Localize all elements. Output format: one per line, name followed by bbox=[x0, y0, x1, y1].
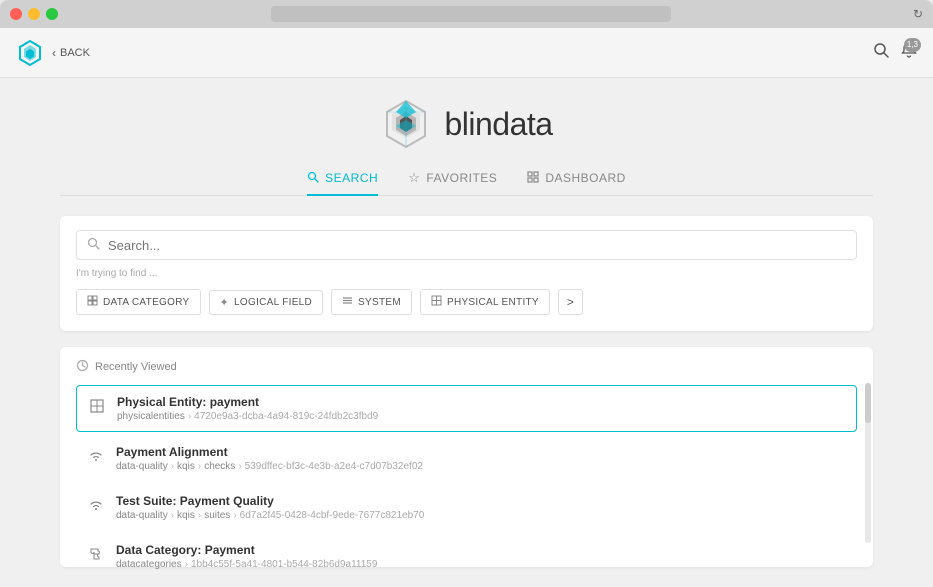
result-path-part: data-quality bbox=[116, 510, 168, 521]
app-container: ‹ BACK 1,3 bbox=[0, 28, 933, 518]
search-area: I'm trying to find ... DATA CATEGORY bbox=[60, 216, 873, 331]
address-bar[interactable] bbox=[271, 6, 671, 22]
wifi-result-icon-2 bbox=[86, 495, 106, 515]
logical-field-label: LOGICAL FIELD bbox=[234, 297, 312, 308]
dashboard-tab-icon bbox=[527, 171, 539, 186]
result-path-part: kqis bbox=[177, 461, 195, 472]
physical-entity-label: PHYSICAL ENTITY bbox=[447, 297, 539, 308]
path-arrow: › bbox=[185, 559, 188, 570]
close-button[interactable] bbox=[10, 8, 22, 20]
result-path-part: suites bbox=[204, 510, 230, 521]
brand-logo bbox=[380, 98, 432, 150]
result-path-2: data-quality › kqis › checks › 539dffec-… bbox=[116, 461, 847, 472]
result-path-part: datacategories bbox=[116, 559, 182, 570]
result-content-2: Payment Alignment data-quality › kqis › … bbox=[116, 445, 847, 472]
tab-favorites[interactable]: ☆ FAVORITES bbox=[408, 170, 497, 196]
result-path-part: data-quality bbox=[116, 461, 168, 472]
window-title-bar bbox=[64, 6, 877, 22]
result-guid: 539dffec-bf3c-4e3b-a2e4-c7d07b32ef02 bbox=[245, 461, 423, 472]
result-path-part: physicalentities bbox=[117, 411, 185, 422]
result-path-1: physicalentities › 4720e9a3-dcba-4a94-81… bbox=[117, 411, 846, 422]
reload-icon[interactable]: ↻ bbox=[913, 7, 923, 21]
path-arrow: › bbox=[198, 510, 201, 521]
window-chrome: ↻ bbox=[0, 0, 933, 28]
top-nav-right: 1,3 bbox=[873, 42, 917, 63]
result-item-2[interactable]: Payment Alignment data-quality › kqis › … bbox=[76, 436, 857, 481]
logo-section: blindata bbox=[60, 98, 873, 150]
path-arrow: › bbox=[171, 461, 174, 472]
tab-search-label: SEARCH bbox=[325, 171, 378, 185]
result-title-2: Payment Alignment bbox=[116, 445, 847, 459]
wifi-result-icon-1 bbox=[86, 446, 106, 466]
result-item-3[interactable]: Test Suite: Payment Quality data-quality… bbox=[76, 485, 857, 530]
system-icon bbox=[342, 295, 353, 309]
result-title-3: Test Suite: Payment Quality bbox=[116, 494, 847, 508]
main-content: blindata SEARCH ☆ FAVORITES bbox=[0, 78, 933, 587]
minimize-button[interactable] bbox=[28, 8, 40, 20]
logo-blin: blin bbox=[444, 106, 492, 142]
tab-search[interactable]: SEARCH bbox=[307, 170, 378, 196]
result-content-3: Test Suite: Payment Quality data-quality… bbox=[116, 494, 847, 521]
result-path-4: datacategories › 1bb4c55f-5a41-4801-b544… bbox=[116, 559, 847, 570]
search-input[interactable] bbox=[108, 238, 846, 253]
result-content-1: Physical Entity: payment physicalentitie… bbox=[117, 395, 846, 422]
physical-entity-icon bbox=[431, 295, 442, 309]
data-category-label: DATA CATEGORY bbox=[103, 297, 190, 308]
tab-dashboard-label: DASHBOARD bbox=[545, 171, 626, 185]
result-title-1: Physical Entity: payment bbox=[117, 395, 846, 409]
path-arrow: › bbox=[188, 411, 191, 422]
recently-viewed-header: Recently Viewed bbox=[76, 359, 857, 375]
search-tab-icon bbox=[307, 171, 319, 186]
category-button-physical-entity[interactable]: PHYSICAL ENTITY bbox=[420, 289, 550, 315]
window-controls-right: ↻ bbox=[883, 7, 923, 21]
category-button-logical-field[interactable]: ✦ LOGICAL FIELD bbox=[209, 290, 324, 315]
top-nav: ‹ BACK 1,3 bbox=[0, 28, 933, 78]
maximize-button[interactable] bbox=[46, 8, 58, 20]
notification-button[interactable]: 1,3 bbox=[901, 42, 917, 63]
result-content-4: Data Category: Payment datacategories › … bbox=[116, 543, 847, 570]
category-buttons: DATA CATEGORY ✦ LOGICAL FIELD SYSTEM bbox=[76, 289, 857, 315]
back-button[interactable]: ‹ BACK bbox=[52, 46, 90, 60]
path-arrow: › bbox=[171, 510, 174, 521]
result-guid: 1bb4c55f-5a41-4801-b544-82b6d9a11159 bbox=[191, 559, 377, 570]
scrollbar-thumb[interactable] bbox=[865, 383, 871, 423]
result-guid: 4720e9a3-dcba-4a94-819c-24fdb2c3fbd9 bbox=[194, 411, 378, 422]
physical-entity-result-icon bbox=[87, 396, 107, 416]
system-label: SYSTEM bbox=[358, 297, 401, 308]
result-title-4: Data Category: Payment bbox=[116, 543, 847, 557]
clock-icon bbox=[76, 359, 89, 375]
back-label: BACK bbox=[60, 47, 90, 59]
path-arrow: › bbox=[198, 461, 201, 472]
puzzle-result-icon bbox=[86, 544, 106, 564]
more-categories-button[interactable]: > bbox=[558, 289, 583, 315]
search-icon bbox=[87, 237, 100, 253]
recently-viewed-section: Recently Viewed Physical Entity: payment… bbox=[60, 347, 873, 567]
result-path-part: kqis bbox=[177, 510, 195, 521]
result-item-1[interactable]: Physical Entity: payment physicalentitie… bbox=[76, 385, 857, 432]
tab-bar: SEARCH ☆ FAVORITES DASHBOARD bbox=[60, 170, 873, 196]
favorites-tab-icon: ☆ bbox=[408, 170, 420, 186]
logo-data: data bbox=[492, 106, 552, 142]
path-arrow: › bbox=[238, 461, 241, 472]
result-item-4[interactable]: Data Category: Payment datacategories › … bbox=[76, 534, 857, 579]
tab-favorites-label: FAVORITES bbox=[426, 171, 497, 185]
notification-badge: 1,3 bbox=[904, 38, 921, 52]
result-guid: 6d7a2f45-0428-4cbf-9ede-7677c821eb70 bbox=[240, 510, 425, 521]
result-path-part: checks bbox=[204, 461, 235, 472]
category-button-system[interactable]: SYSTEM bbox=[331, 289, 412, 315]
logical-field-icon: ✦ bbox=[220, 296, 230, 309]
search-input-wrapper[interactable] bbox=[76, 230, 857, 260]
scrollbar-track[interactable] bbox=[865, 383, 871, 543]
path-arrow: › bbox=[233, 510, 236, 521]
search-nav-button[interactable] bbox=[873, 42, 889, 63]
category-button-data-category[interactable]: DATA CATEGORY bbox=[76, 289, 201, 315]
brand-logo-small bbox=[16, 39, 44, 67]
tab-dashboard[interactable]: DASHBOARD bbox=[527, 170, 626, 196]
logo-text: blindata bbox=[444, 106, 552, 143]
recently-viewed-label: Recently Viewed bbox=[95, 361, 177, 373]
data-category-icon bbox=[87, 295, 98, 309]
trying-to-find-label: I'm trying to find ... bbox=[76, 268, 857, 279]
back-arrow-icon: ‹ bbox=[52, 46, 56, 60]
result-path-3: data-quality › kqis › suites › 6d7a2f45-… bbox=[116, 510, 847, 521]
